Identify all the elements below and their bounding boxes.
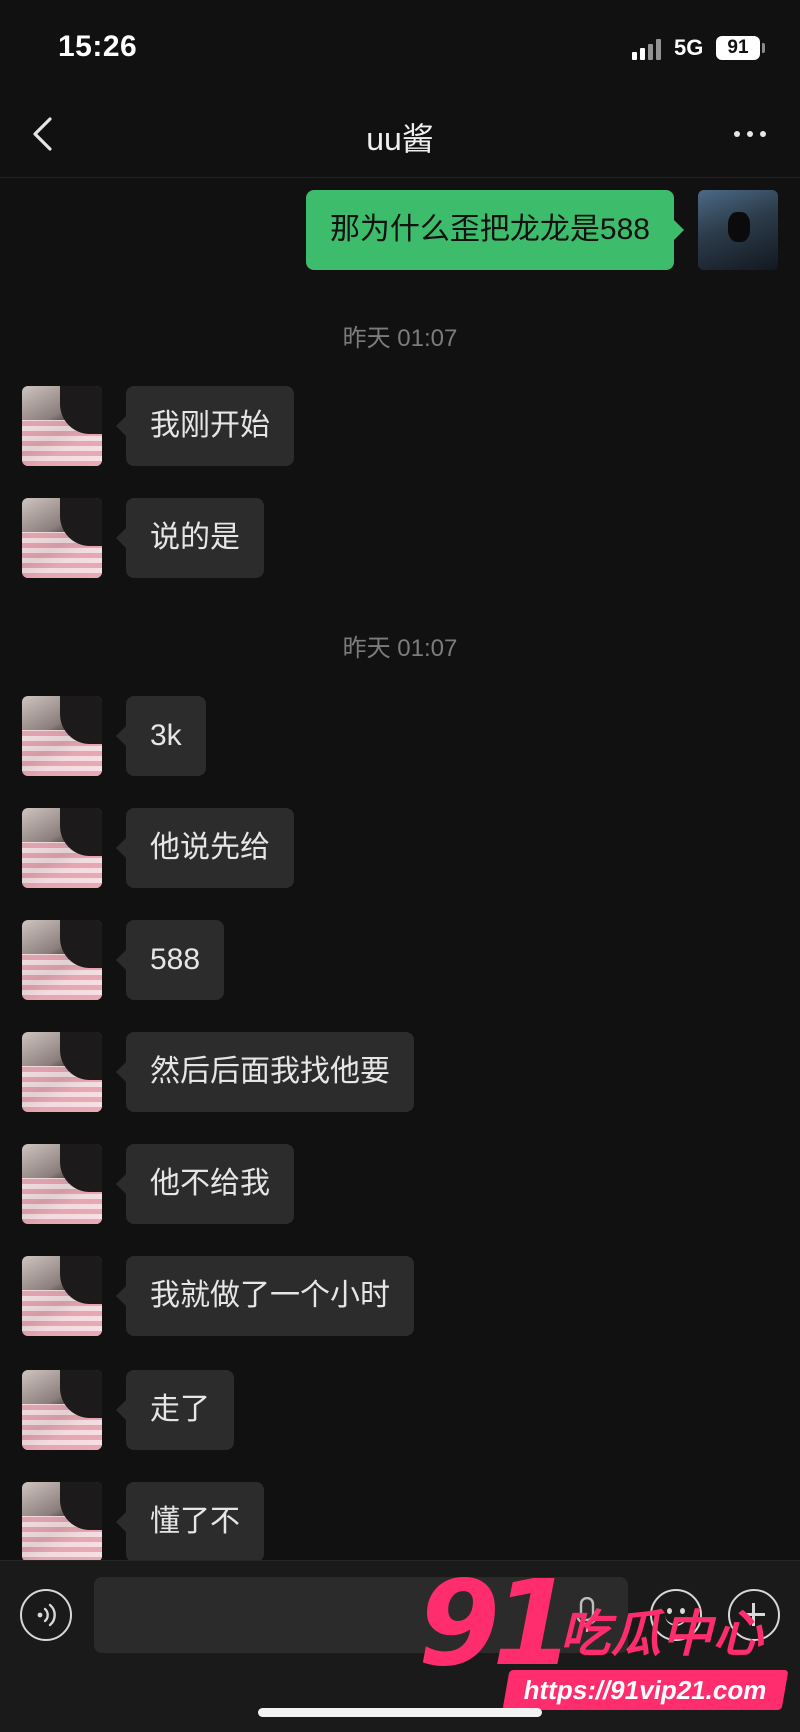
incoming-message[interactable]: 懂了不: [116, 1482, 264, 1562]
incoming-message[interactable]: 他说先给: [116, 808, 294, 888]
battery-icon: 91: [716, 36, 760, 60]
watermark-url: https://91vip21.com: [502, 1670, 789, 1710]
incoming-message[interactable]: 588: [115, 920, 225, 1000]
contact-avatar[interactable]: [22, 1482, 102, 1562]
contact-avatar[interactable]: [22, 920, 102, 1000]
contact-avatar[interactable]: [22, 386, 102, 466]
signal-icon: [632, 38, 666, 60]
status-time: 15:26: [58, 30, 138, 63]
contact-avatar[interactable]: [22, 1256, 102, 1336]
timestamp: 昨天 01:07: [342, 325, 458, 352]
contact-avatar[interactable]: [22, 1144, 102, 1224]
incoming-message[interactable]: 说的是: [116, 498, 264, 578]
site-watermark: 91 吃瓜中心 https://91vip21.com: [410, 1558, 800, 1718]
contact-avatar[interactable]: [22, 1032, 102, 1112]
status-bar: 15:26 5G 91: [0, 0, 800, 92]
chat-title: uu酱: [366, 121, 434, 157]
incoming-message[interactable]: 然后后面我找他要: [116, 1032, 414, 1112]
timestamp: 昨天 01:07: [342, 635, 458, 662]
incoming-message[interactable]: 我刚开始: [116, 386, 294, 466]
my-avatar[interactable]: [698, 190, 778, 270]
contact-avatar[interactable]: [22, 498, 102, 578]
watermark-text: 吃瓜中心: [560, 1606, 764, 1662]
incoming-message[interactable]: 他不给我: [116, 1144, 294, 1224]
nav-bar: uu酱: [0, 92, 800, 178]
incoming-message[interactable]: 走了: [116, 1370, 234, 1450]
incoming-message[interactable]: 3k: [116, 696, 206, 776]
voice-icon: [37, 1603, 56, 1627]
battery-tip: [762, 43, 765, 53]
voice-button[interactable]: [20, 1589, 72, 1641]
outgoing-message[interactable]: 那为什么歪把龙龙是588: [305, 190, 685, 270]
contact-avatar[interactable]: [22, 696, 102, 776]
home-indicator: [258, 1708, 542, 1717]
contact-avatar[interactable]: [22, 808, 102, 888]
network-type: 5G: [674, 35, 704, 60]
more-icon[interactable]: [720, 110, 780, 158]
incoming-message[interactable]: 我就做了一个小时: [116, 1256, 414, 1336]
watermark-number: 91: [418, 1554, 574, 1692]
contact-avatar[interactable]: [22, 1370, 102, 1450]
